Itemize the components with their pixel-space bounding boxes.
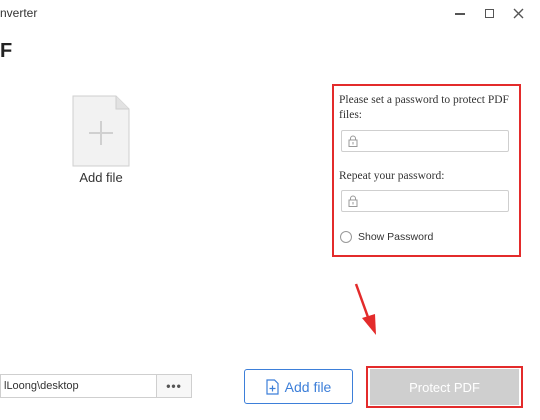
add-file-drop-area[interactable]: [72, 95, 130, 167]
title-bar: nverter: [0, 0, 540, 26]
minimize-icon: [455, 13, 465, 15]
lock-icon: [348, 135, 358, 147]
browse-button[interactable]: •••: [156, 374, 192, 398]
close-button[interactable]: [508, 3, 528, 23]
protect-pdf-button[interactable]: Protect PDF: [370, 369, 519, 405]
add-file-button-label: Add file: [284, 378, 332, 395]
close-icon: [513, 8, 523, 18]
show-password-option[interactable]: Show Password: [340, 231, 433, 243]
output-path-field[interactable]: lLoong\desktop: [0, 374, 156, 398]
add-file-button[interactable]: Add file: [244, 369, 353, 404]
repeat-password-label: Repeat your password:: [339, 170, 445, 182]
lock-icon: [348, 195, 358, 207]
page-heading: F: [0, 40, 13, 62]
app-title: nverter: [0, 6, 38, 20]
maximize-icon: [484, 8, 494, 18]
show-password-radio[interactable]: [340, 231, 352, 243]
repeat-password-field[interactable]: [341, 190, 509, 212]
add-document-icon: [266, 378, 279, 395]
maximize-button[interactable]: [479, 3, 499, 23]
password-panel: Please set a password to protect PDF fil…: [332, 84, 521, 257]
minimize-button[interactable]: [450, 3, 470, 23]
blank-document-plus-icon: [72, 95, 130, 167]
add-file-area-label[interactable]: Add file: [70, 170, 132, 185]
password-field[interactable]: [341, 130, 509, 152]
show-password-label[interactable]: Show Password: [358, 231, 433, 243]
password-prompt: Please set a password to protect PDF fil…: [339, 94, 509, 121]
red-arrow-annotation: [354, 283, 376, 335]
